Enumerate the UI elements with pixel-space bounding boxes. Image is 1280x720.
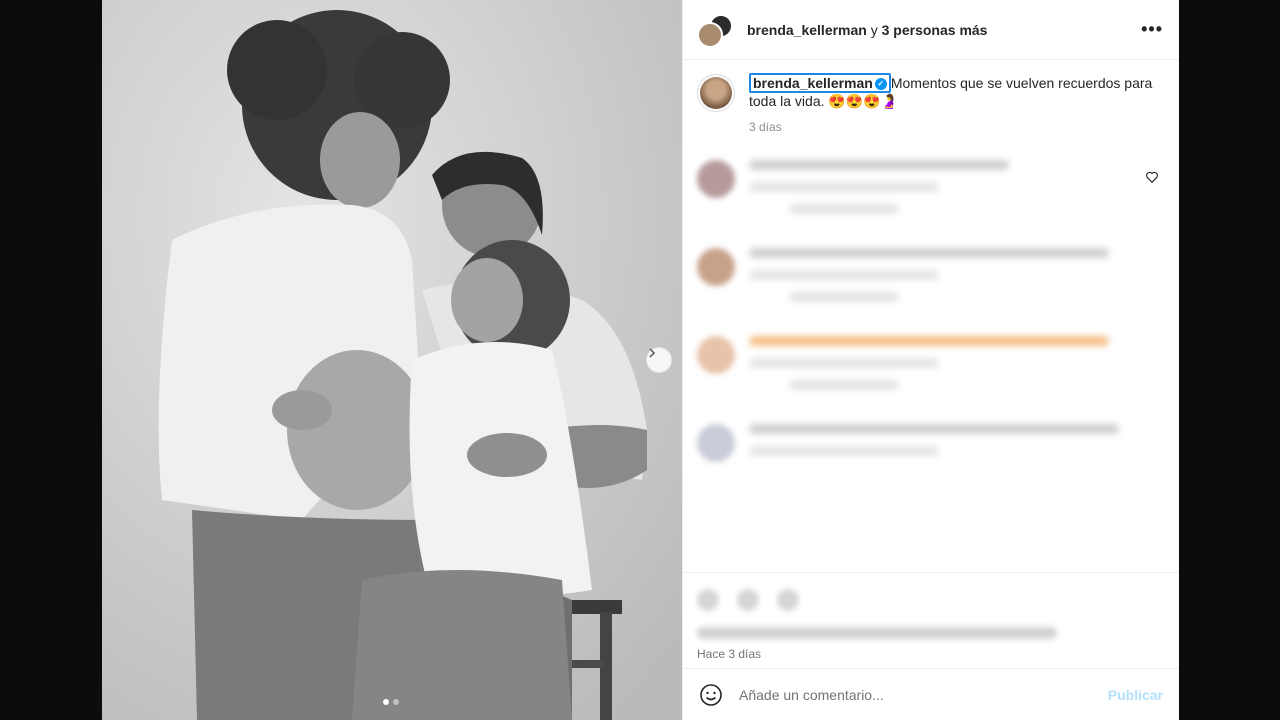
caption-body: brenda_kellerman ✓ Momentos que se vuelven… [749, 73, 1163, 136]
post-timestamp: Hace 3 días [697, 647, 762, 661]
likes-blurred [697, 627, 1057, 639]
next-slide-button[interactable] [646, 347, 672, 373]
avatar[interactable] [697, 336, 735, 374]
caption-avatar[interactable] [697, 74, 735, 112]
publish-button[interactable]: Publicar [1108, 687, 1163, 703]
verified-badge-icon: ✓ [874, 78, 887, 91]
post-header: brenda_kellerman y 3 personas más ••• [683, 0, 1179, 60]
comment-item [697, 248, 1163, 314]
post-side-panel: brenda_kellerman y 3 personas más ••• br… [682, 0, 1179, 720]
post-image [102, 0, 682, 720]
avatar[interactable] [697, 424, 735, 462]
like-comment-heart-icon[interactable] [1145, 170, 1159, 184]
caption-timestamp[interactable]: 3 días [749, 118, 1163, 136]
emoji-icon[interactable] [699, 683, 723, 707]
post-authors[interactable]: brenda_kellerman y 3 personas más [747, 22, 1141, 38]
comment-input[interactable] [739, 686, 1108, 703]
header-connector: y [870, 21, 878, 38]
carousel-dot [393, 699, 399, 705]
comment-item [697, 336, 1163, 402]
collab-avatars[interactable] [697, 12, 735, 48]
header-username[interactable]: brenda_kellerman [747, 22, 867, 38]
post-photo [102, 0, 682, 720]
blurred-comment [749, 336, 1163, 402]
avatar[interactable] [697, 248, 735, 286]
more-options-icon[interactable]: ••• [1141, 19, 1163, 40]
post-modal: brenda_kellerman y 3 personas más ••• br… [102, 0, 1179, 720]
blurred-comment [749, 248, 1163, 314]
post-caption: brenda_kellerman ✓ Momentos que se vuelven… [683, 60, 1179, 136]
avatar [697, 21, 723, 48]
comments-list [683, 136, 1179, 572]
comment-item [697, 424, 1163, 468]
post-actions: Hace 3 días [683, 572, 1179, 668]
blurred-comment [749, 160, 1163, 226]
avatar[interactable] [697, 160, 735, 198]
blurred-comment [749, 424, 1163, 468]
carousel-dot-active [383, 699, 389, 705]
header-others[interactable]: 3 personas más [882, 22, 988, 38]
chevron-right-icon [649, 348, 656, 358]
carousel-dots [383, 699, 399, 705]
action-icons-blurred [697, 589, 1163, 611]
add-comment-bar: Publicar [683, 668, 1179, 720]
caption-username[interactable]: brenda_kellerman ✓ [749, 73, 891, 93]
comment-item [697, 160, 1163, 226]
